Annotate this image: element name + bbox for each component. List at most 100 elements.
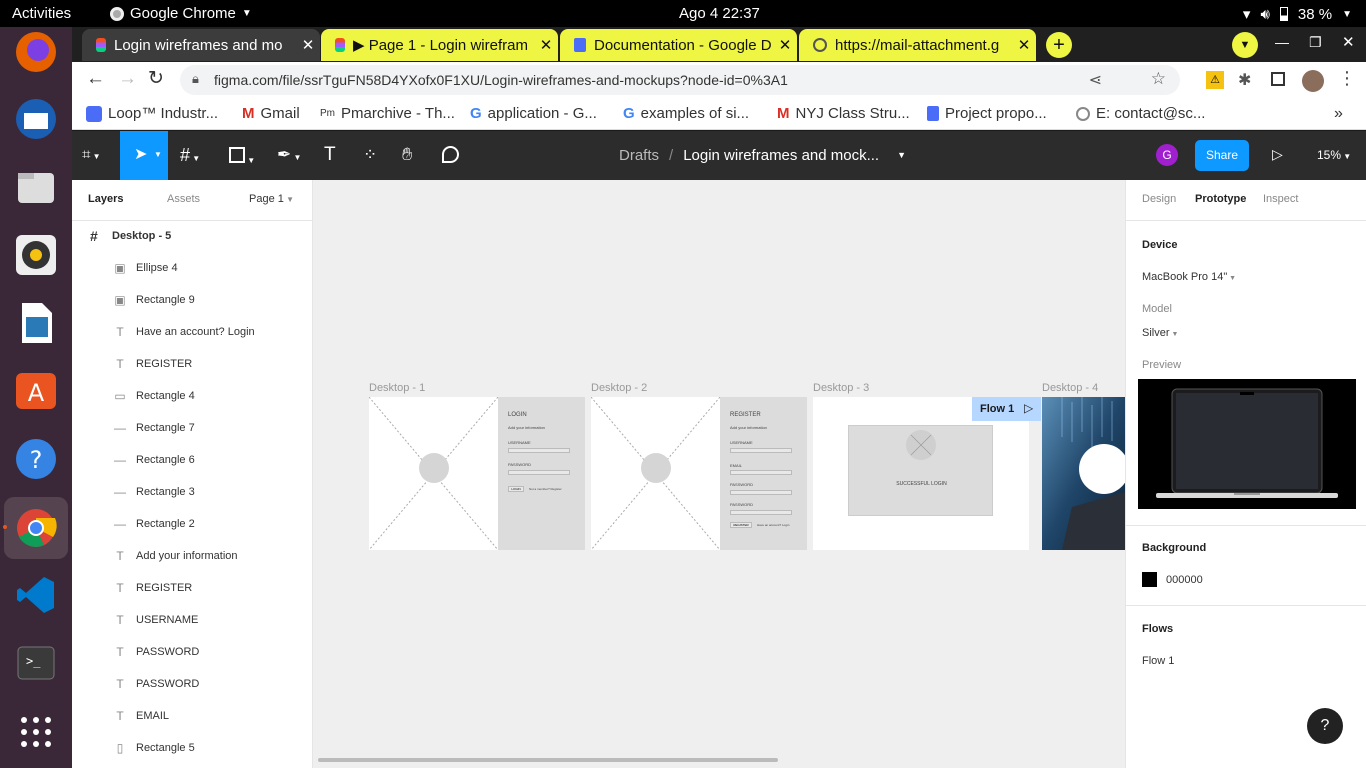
canvas[interactable]: Desktop - 1 Desktop - 2 Desktop - 3 Desk… <box>313 180 1125 768</box>
files-icon[interactable] <box>11 162 61 212</box>
zoom-menu[interactable]: 15% ▼ <box>1317 148 1351 162</box>
layer-item[interactable]: T PASSWORD <box>72 668 312 700</box>
bookmark-project[interactable]: Project propo... <box>927 105 1047 122</box>
layer-item[interactable]: — Rectangle 7 <box>72 412 312 444</box>
reload-button[interactable]: ↻ <box>148 67 164 90</box>
help-icon[interactable]: ? <box>11 434 61 484</box>
more-bookmarks-icon[interactable]: » <box>1334 105 1343 123</box>
present-button[interactable]: ▷ <box>1272 146 1283 163</box>
tab-search-button[interactable]: ▼ <box>1232 32 1258 58</box>
user-avatar[interactable]: G <box>1156 144 1178 166</box>
bookmark-examples[interactable]: Gexamples of si... <box>623 105 749 122</box>
layer-item[interactable]: — Rectangle 2 <box>72 508 312 540</box>
figma-main-menu[interactable]: ⌗ ▼ <box>82 146 101 163</box>
layer-desktop-5[interactable]: # Desktop - 5 <box>72 220 312 252</box>
layer-item[interactable]: T EMAIL <box>72 700 312 732</box>
layer-item[interactable]: — Rectangle 6 <box>72 444 312 476</box>
app-grid-icon[interactable] <box>11 707 61 757</box>
layer-item[interactable]: ▯ Rectangle 5 <box>72 732 312 764</box>
thunderbird-icon[interactable] <box>11 94 61 144</box>
close-tab-icon[interactable]: ✕ <box>1012 36 1036 54</box>
resources-button[interactable]: ⁘ <box>363 145 377 165</box>
tab-mail-attachment[interactable]: https://mail-attachment.g ✕ <box>799 29 1036 61</box>
firefox-icon[interactable] <box>11 27 61 77</box>
layer-item[interactable]: ▭ Rectangle 4 <box>72 380 312 412</box>
bookmark-gmail[interactable]: M Gmail <box>242 105 300 122</box>
tab-layers[interactable]: Layers <box>88 193 123 205</box>
layer-item[interactable]: — Rectangle 3 <box>72 476 312 508</box>
bookmark-contact[interactable]: E: contact@sc... <box>1076 105 1205 122</box>
libreoffice-writer-icon[interactable] <box>11 298 61 348</box>
flow-item[interactable]: Flow 1 <box>1142 655 1174 667</box>
rhythmbox-icon[interactable] <box>11 230 61 280</box>
frame-desktop-1[interactable]: LOGIN Add your information USERNAME PASS… <box>369 397 585 550</box>
bookmark-loop[interactable]: Loop™ Industr... <box>86 105 218 122</box>
share-button[interactable]: Share <box>1195 140 1249 171</box>
frame-label-desktop-1[interactable]: Desktop - 1 <box>369 382 425 394</box>
shape-tool-button[interactable]: ▼ <box>229 147 255 168</box>
frame-label-desktop-2[interactable]: Desktop - 2 <box>591 382 647 394</box>
tab-assets[interactable]: Assets <box>167 193 200 205</box>
text-tool-button[interactable]: T <box>324 144 336 166</box>
address-bar[interactable]: 🔒︎ figma.com/file/ssrTguFN58D4YXofx0F1XU… <box>180 65 1180 95</box>
tab-design[interactable]: Design <box>1142 193 1176 205</box>
activities-button[interactable]: Activities <box>12 5 71 22</box>
bookmark-star-icon[interactable]: ☆ <box>1151 69 1166 89</box>
bookmark-nyj[interactable]: M NYJ Class Stru... <box>777 105 910 122</box>
layer-item[interactable]: ▣ Ellipse 4 <box>72 252 312 284</box>
frame-tool-button[interactable]: # ▼ <box>180 145 200 166</box>
app-menu[interactable]: Google Chrome ▼ <box>110 5 252 22</box>
device-select[interactable]: MacBook Pro 14" ▼ <box>1142 271 1236 283</box>
background-hex[interactable]: 000000 <box>1166 574 1203 586</box>
comment-tool-button[interactable] <box>442 146 459 168</box>
bookmark-application[interactable]: Gapplication - G... <box>470 105 597 122</box>
flow-start-badge[interactable]: Flow 1 ▷ <box>972 397 1041 421</box>
close-tab-icon[interactable]: ✕ <box>773 36 797 54</box>
side-panel-icon[interactable] <box>1271 72 1285 86</box>
close-tab-icon[interactable]: ✕ <box>534 36 558 54</box>
tab-login-wireframes[interactable]: Login wireframes and mo ✕ <box>82 29 320 61</box>
minimize-button[interactable]: — <box>1275 34 1289 50</box>
move-tool-button[interactable]: ➤ ▼ <box>120 131 168 180</box>
layer-item[interactable]: T USERNAME <box>72 604 312 636</box>
breadcrumb-drafts[interactable]: Drafts <box>619 147 659 164</box>
frame-desktop-2[interactable]: REGISTER Add your information USERNAME E… <box>591 397 807 550</box>
layer-item[interactable]: T PASSWORD <box>72 636 312 668</box>
forward-button[interactable]: → <box>118 68 137 90</box>
layer-item[interactable]: T Have an account? Login <box>72 316 312 348</box>
model-select[interactable]: Silver ▼ <box>1142 327 1178 339</box>
layer-item[interactable]: T REGISTER <box>72 572 312 604</box>
page-selector[interactable]: Page 1 ▼ <box>249 193 294 205</box>
vscode-icon[interactable] <box>11 570 61 620</box>
system-tray[interactable]: ▾ 🔊︎ 38 % ▼ <box>1243 5 1352 24</box>
chevron-down-icon[interactable]: ▼ <box>897 150 906 164</box>
clock[interactable]: Ago 4 22:37 <box>679 5 760 22</box>
help-button[interactable]: ? <box>1307 708 1343 744</box>
lock-icon[interactable]: 🔒︎ <box>192 71 199 87</box>
tab-inspect[interactable]: Inspect <box>1263 193 1298 205</box>
pen-tool-button[interactable]: ✒ ▼ <box>277 145 301 165</box>
terminal-icon[interactable]: >_ <box>11 638 61 688</box>
hand-tool-button[interactable]: ✋︎ <box>402 144 412 165</box>
url-text[interactable]: figma.com/file/ssrTguFN58D4YXofx0F1XU/Lo… <box>214 72 788 88</box>
profile-avatar[interactable] <box>1302 70 1324 92</box>
extension-warning-icon[interactable]: ⚠ <box>1206 71 1224 89</box>
tab-prototype[interactable]: Prototype <box>1195 193 1246 205</box>
more-menu-icon[interactable]: ⋮ <box>1338 68 1356 89</box>
frame-label-desktop-3[interactable]: Desktop - 3 <box>813 382 869 394</box>
tab-documentation[interactable]: Documentation - Google D ✕ <box>560 29 797 61</box>
software-center-icon[interactable]: A <box>11 366 61 416</box>
file-name[interactable]: Login wireframes and mock... <box>683 147 879 164</box>
extensions-icon[interactable]: ✱ <box>1238 70 1251 90</box>
frame-label-desktop-4[interactable]: Desktop - 4 <box>1042 382 1098 394</box>
back-button[interactable]: ← <box>86 68 105 90</box>
bookmark-pmarchive[interactable]: Pm Pmarchive - Th... <box>320 105 455 122</box>
chrome-dock-icon[interactable] <box>4 497 68 559</box>
close-tab-icon[interactable]: ✕ <box>296 36 320 54</box>
background-swatch[interactable] <box>1142 572 1157 587</box>
layer-item[interactable]: ▣ Rectangle 9 <box>72 284 312 316</box>
tab-page-1[interactable]: ▶ Page 1 - Login wirefram ✕ <box>321 29 558 61</box>
maximize-button[interactable]: ❐ <box>1309 34 1322 51</box>
layer-item[interactable]: T REGISTER <box>72 348 312 380</box>
layer-item[interactable]: T Add your information <box>72 540 312 572</box>
